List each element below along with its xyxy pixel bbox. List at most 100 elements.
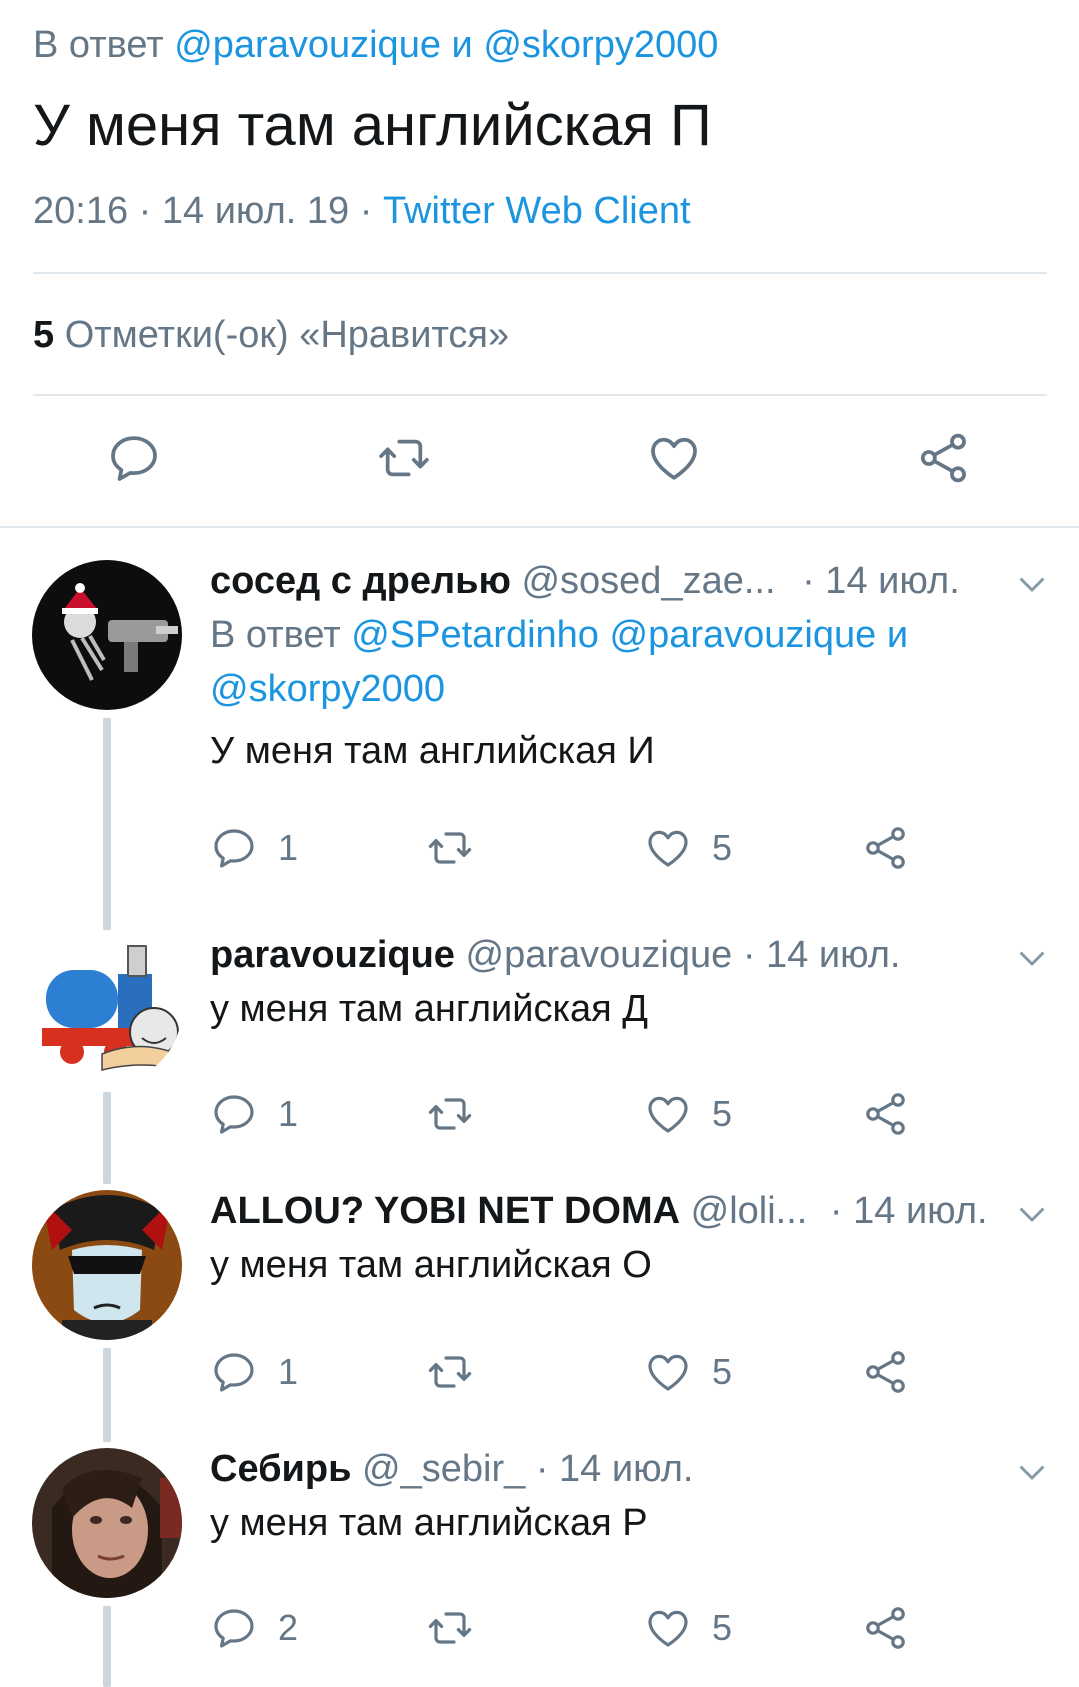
share-button[interactable] [862,1084,910,1144]
retweet-button[interactable] [426,1342,474,1402]
like-icon [644,1090,692,1138]
reply-conjunction: и [451,24,473,66]
avatar[interactable] [32,934,182,1084]
reply-date: · 14 июл. [829,1190,988,1232]
main-tweet: В ответ @paravouzique и @skorpy2000 У ме… [0,0,1079,528]
reply-button[interactable]: 1 [210,1342,298,1402]
more-options-button[interactable] [1012,1194,1052,1234]
more-options-button[interactable] [1012,1452,1052,1492]
reply-icon [210,824,258,872]
more-options-button[interactable] [1012,564,1052,604]
main-tweet-text: У меня там английская П [33,93,712,158]
reply-count: 1 [278,1351,299,1392]
like-button[interactable]: 5 [644,1598,732,1658]
share-icon [862,1348,910,1396]
reply-button[interactable]: 1 [210,1084,298,1144]
reply-count: 2 [278,1607,299,1648]
share-icon [916,430,972,486]
retweet-icon [426,1604,474,1652]
reply-button[interactable]: 1 [210,818,298,878]
like-count: 5 [712,1093,733,1134]
reply-button[interactable]: 2 [210,1598,298,1658]
divider [33,272,1047,274]
reply-date: · 14 июл. [802,560,960,602]
main-tweet-meta: 20:16 · 14 июл. 19 · Twitter Web Client [33,190,691,233]
reply-header: paravouzique @paravouzique · 14 июл. [210,934,901,977]
likes-count: 5 [33,314,55,356]
client-link[interactable]: Twitter Web Client [383,190,691,232]
reply-tweet[interactable]: paravouzique @paravouzique · 14 июл. у м… [0,934,1079,1184]
reply-button[interactable] [104,428,164,488]
like-count: 5 [712,1351,733,1392]
mention-link-skorpy2000[interactable]: @skorpy2000 [210,668,445,710]
avatar[interactable] [32,1448,182,1598]
like-icon [644,1348,692,1396]
reply-icon [106,430,162,486]
reply-header: сосед с дрелью @sosed_zae... · 14 июл. [210,560,960,603]
like-count: 5 [712,827,733,868]
author-handle[interactable]: @paravouzique [466,934,733,976]
retweet-button[interactable] [426,1084,474,1144]
reply-tweet[interactable]: Себирь @_sebir_ · 14 июл. у меня там анг… [0,1448,1079,1687]
reply-header: Себирь @_sebir_ · 14 июл. [210,1448,694,1491]
like-icon [646,430,702,486]
author-name[interactable]: ALLOU? YOBI NET DOMA [210,1190,680,1232]
like-count: 5 [712,1607,733,1648]
reply-prefix: В ответ [33,24,164,66]
reply-action-bar: 1 5 [210,1084,1030,1144]
tweet-date: 14 июл. 19 [161,190,350,232]
retweet-icon [426,1090,474,1138]
reply-icon [210,1348,258,1396]
avatar[interactable] [32,560,182,710]
chevron-down-icon [1014,940,1050,976]
thread-line [103,718,111,930]
reply-text: У меня там английская И [210,730,655,772]
reply-tweet[interactable]: сосед с дрелью @sosed_zae... · 14 июл. В… [0,560,1079,930]
share-button[interactable] [862,818,910,878]
reply-text: у меня там английская О [210,1244,652,1286]
meta-separator: · [138,190,152,232]
reply-conjunction: и [886,614,909,656]
mention-link-paravouzique[interactable]: @paravouzique [174,24,441,66]
author-name[interactable]: paravouzique [210,934,455,976]
divider [0,526,1079,528]
reply-count: 1 [278,1093,299,1134]
author-handle[interactable]: @_sebir_ [362,1448,525,1490]
retweet-button[interactable] [426,818,474,878]
like-button[interactable]: 5 [644,1342,732,1402]
reply-icon [210,1090,258,1138]
reply-date: · 14 июл. [742,934,901,976]
reply-to: В ответ @SPetardinho @paravouzique и @sk… [210,608,1010,716]
mention-link-skorpy2000[interactable]: @skorpy2000 [483,24,718,66]
author-name[interactable]: сосед с дрелью [210,560,511,602]
share-icon [862,824,910,872]
author-name[interactable]: Себирь [210,1448,351,1490]
like-button[interactable]: 5 [644,1084,732,1144]
share-button[interactable] [862,1342,910,1402]
likes-summary[interactable]: 5 Отметки(-ок) «Нравится» [33,314,509,357]
reply-action-bar: 1 5 [210,1342,1030,1402]
reply-text: у меня там английская Р [210,1502,648,1544]
mention-links[interactable]: @SPetardinho @paravouzique [351,614,876,656]
author-handle[interactable]: @loli... [691,1190,808,1232]
reply-icon [210,1604,258,1652]
author-handle[interactable]: @sosed_zae... [521,560,775,602]
share-icon [862,1090,910,1138]
avatar[interactable] [32,1190,182,1340]
retweet-button[interactable] [426,1598,474,1658]
more-options-button[interactable] [1012,938,1052,978]
retweet-button[interactable] [374,428,434,488]
like-icon [644,824,692,872]
like-button[interactable] [644,428,704,488]
share-button[interactable] [914,428,974,488]
reply-tweet[interactable]: ALLOU? YOBI NET DOMA @loli... · 14 июл. … [0,1190,1079,1442]
reply-count: 1 [278,827,299,868]
main-reply-to: В ответ @paravouzique и @skorpy2000 [33,24,718,67]
like-button[interactable]: 5 [644,818,732,878]
share-button[interactable] [862,1598,910,1658]
divider [33,394,1047,396]
retweet-icon [376,430,432,486]
main-action-bar [0,428,1079,498]
reply-text: у меня там английская Д [210,988,648,1030]
reply-prefix: В ответ [210,614,341,656]
